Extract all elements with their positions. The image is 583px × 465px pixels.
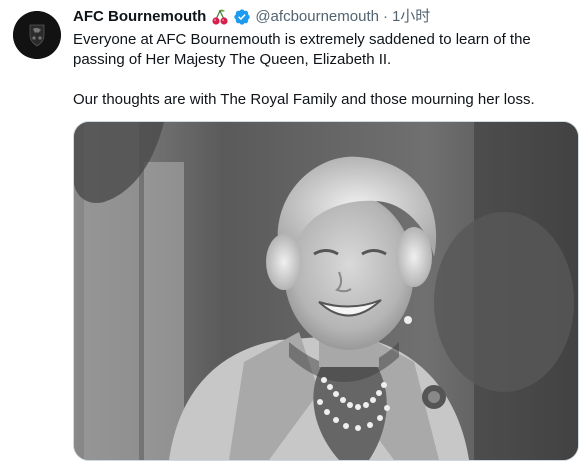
avatar[interactable] bbox=[13, 11, 61, 59]
queen-portrait-image bbox=[74, 122, 578, 460]
tweet-text-paragraph-2: Our thoughts are with The Royal Family a… bbox=[73, 91, 535, 108]
club-crest-icon bbox=[13, 11, 61, 59]
tweet-text: Everyone at AFC Bournemouth is extremely… bbox=[73, 30, 573, 110]
author-name[interactable]: AFC Bournemouth bbox=[73, 7, 206, 27]
timestamp[interactable]: 1小时 bbox=[392, 7, 430, 27]
tweet-text-paragraph-1: Everyone at AFC Bournemouth is extremely… bbox=[73, 31, 531, 68]
separator-dot: · bbox=[382, 8, 388, 25]
tweet-content: AFC Bournemouth @afcbournemouth · 1小时 Ev… bbox=[73, 7, 575, 110]
verified-badge-icon[interactable] bbox=[233, 8, 251, 26]
tweet-header: AFC Bournemouth @afcbournemouth · 1小时 bbox=[73, 7, 575, 27]
tweet-photo[interactable] bbox=[73, 121, 579, 461]
tweet-card[interactable]: AFC Bournemouth @afcbournemouth · 1小时 Ev… bbox=[0, 0, 583, 465]
author-handle[interactable]: @afcbournemouth bbox=[255, 7, 379, 27]
cherries-icon bbox=[211, 8, 229, 26]
